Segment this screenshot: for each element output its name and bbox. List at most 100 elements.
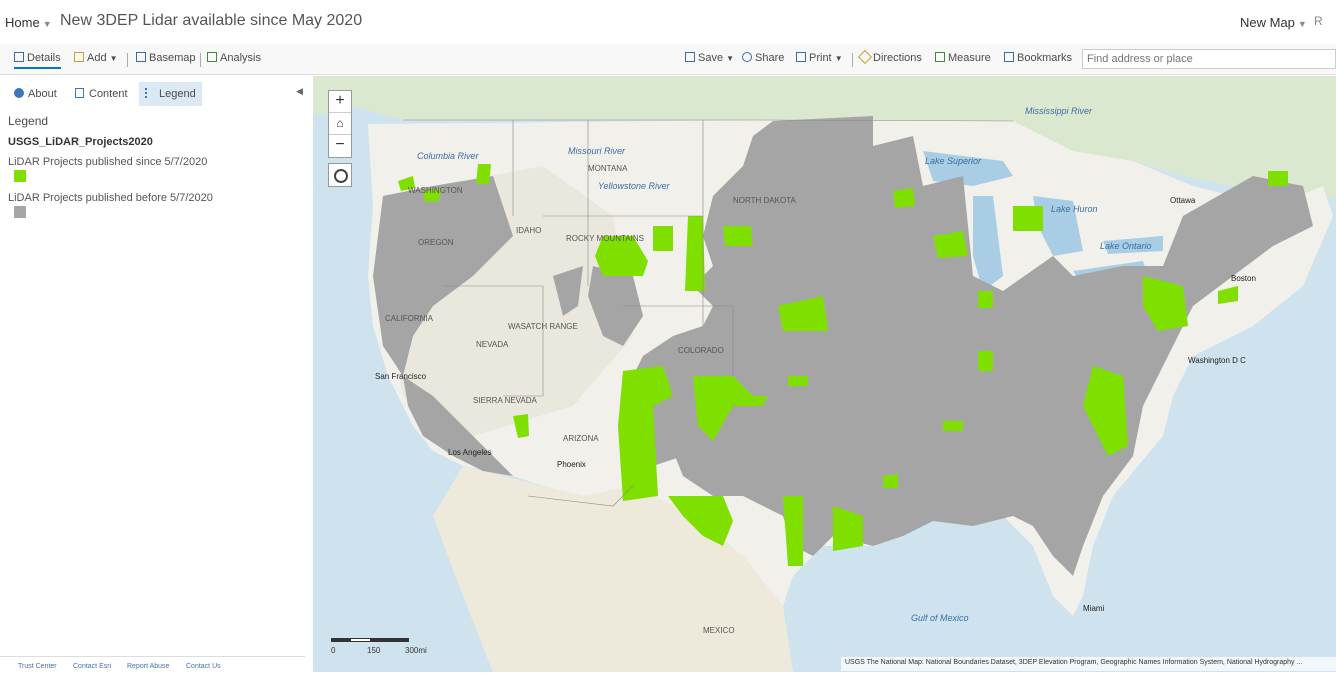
map-label: Miami: [1083, 604, 1105, 613]
basemap-label: Basemap: [149, 52, 196, 64]
lidar-green-patch: [978, 291, 993, 308]
top-header: Home ▼ New 3DEP Lidar available since May…: [0, 0, 1336, 44]
lidar-green-patch: [978, 351, 993, 371]
print-button[interactable]: Print ▼: [796, 52, 843, 64]
analysis-label: Analysis: [220, 52, 261, 64]
details-label: Details: [27, 52, 61, 64]
tab-legend-label: Legend: [159, 88, 196, 100]
map-label: ARIZONA: [563, 434, 599, 443]
collapse-panel-icon[interactable]: ◀: [296, 86, 303, 97]
map-label: Washington D C: [1188, 356, 1246, 365]
contact-us-link[interactable]: Contact Us: [186, 663, 221, 670]
new-map-label: New Map: [1240, 15, 1295, 30]
user-initial: R: [1314, 14, 1323, 28]
locate-button[interactable]: [328, 163, 352, 187]
share-button[interactable]: Share: [742, 52, 784, 64]
save-label: Save: [698, 52, 724, 64]
map-label: Los Angeles: [448, 448, 492, 457]
chevron-down-icon: ▼: [109, 54, 118, 63]
bookmarks-label: Bookmarks: [1017, 52, 1073, 64]
scale-bar: 0 150 300mi: [331, 638, 427, 655]
map-label: Yellowstone River: [598, 181, 670, 191]
map-label: Mississippi River: [1025, 106, 1093, 116]
map-label: IDAHO: [516, 226, 542, 235]
map-label: CALIFORNIA: [385, 314, 434, 323]
add-label: Add: [87, 52, 107, 64]
zoom-out-button[interactable]: −: [329, 135, 351, 157]
legend-item-label: LiDAR Projects published since 5/7/2020: [8, 156, 208, 168]
add-icon: [74, 52, 84, 62]
side-panel: About Content Legend ◀ Legend USGS_LiDAR…: [0, 76, 312, 677]
map-label: MONTANA: [588, 164, 628, 173]
lidar-green-patch: [788, 376, 808, 386]
print-label: Print: [809, 52, 832, 64]
map-view[interactable]: Lake Superior Lake Huron Lake Ontario Ot…: [313, 76, 1336, 672]
map-label: Columbia River: [417, 151, 479, 161]
lidar-green-patch: [723, 226, 753, 246]
map-label: Lake Ontario: [1100, 241, 1152, 251]
legend-icon: [145, 88, 154, 98]
map-label: Gulf of Mexico: [911, 613, 969, 623]
lidar-green-dakota: [685, 216, 705, 291]
analysis-button[interactable]: Analysis: [207, 52, 261, 64]
report-abuse-link[interactable]: Report Abuse: [127, 663, 169, 670]
map-attribution: USGS The National Map: National Boundari…: [841, 657, 1336, 671]
legend-swatch-green: [14, 170, 26, 182]
tab-about-label: About: [28, 88, 57, 100]
home-label: Home: [5, 15, 40, 30]
map-label: MEXICO: [703, 626, 735, 635]
map-label: OREGON: [418, 238, 454, 247]
toolbar-divider: [852, 53, 853, 67]
toolbar-divider: [200, 53, 201, 67]
save-button[interactable]: Save ▼: [685, 52, 734, 64]
directions-icon: [857, 49, 873, 65]
zoom-controls: + ⌂ −: [328, 90, 352, 158]
info-icon: [14, 88, 24, 98]
bookmarks-icon: [1004, 52, 1014, 62]
details-button[interactable]: Details: [14, 52, 61, 69]
toolbar-divider: [127, 53, 128, 67]
chevron-down-icon: ▼: [42, 19, 52, 29]
legend-heading: Legend: [8, 114, 49, 128]
lidar-green-patch: [943, 421, 963, 431]
home-extent-button[interactable]: ⌂: [329, 113, 351, 135]
map-label: Lake Huron: [1051, 204, 1098, 214]
map-label: ROCKY MOUNTAINS: [566, 234, 644, 243]
tab-content[interactable]: Content: [69, 82, 134, 106]
lidar-green-patch: [476, 164, 491, 184]
search-input[interactable]: [1082, 49, 1336, 69]
new-map-menu[interactable]: New Map ▼: [1240, 15, 1307, 30]
map-label: Lake Superior: [925, 156, 982, 166]
chevron-down-icon: ▼: [834, 54, 843, 63]
measure-button[interactable]: Measure: [935, 52, 991, 64]
map-label: NORTH DAKOTA: [733, 196, 796, 205]
directions-button[interactable]: Directions: [857, 49, 922, 65]
map-label: WASATCH RANGE: [508, 322, 578, 331]
scale-bar-graphic: [331, 638, 409, 642]
lidar-green-patch: [1268, 171, 1288, 186]
user-menu[interactable]: R: [1314, 14, 1323, 28]
trust-center-link[interactable]: Trust Center: [18, 663, 57, 670]
legend-swatch-gray: [14, 206, 26, 218]
basemap-button[interactable]: Basemap: [136, 52, 195, 64]
bookmarks-button[interactable]: Bookmarks: [1004, 52, 1072, 64]
zoom-in-button[interactable]: +: [329, 91, 351, 113]
map-label: San Francisco: [375, 372, 427, 381]
home-menu[interactable]: Home ▼: [5, 15, 52, 30]
measure-label: Measure: [948, 52, 991, 64]
lidar-green-patch: [883, 474, 898, 488]
tab-content-label: Content: [89, 88, 128, 100]
share-icon: [742, 52, 752, 62]
basemap-graphic: [313, 76, 1336, 672]
chevron-down-icon: ▼: [1297, 19, 1307, 29]
map-label: SIERRA NEVADA: [473, 396, 537, 405]
tab-legend[interactable]: Legend: [139, 82, 202, 106]
add-button[interactable]: Add ▼: [74, 52, 118, 64]
scale-label: 0: [331, 646, 336, 655]
tab-about[interactable]: About: [8, 82, 63, 106]
map-label: Boston: [1231, 274, 1256, 283]
map-title: New 3DEP Lidar available since May 2020: [60, 12, 363, 29]
scale-label: 300mi: [405, 646, 427, 655]
contact-esri-link[interactable]: Contact Esri: [73, 663, 111, 670]
chevron-down-icon: ▼: [726, 54, 735, 63]
